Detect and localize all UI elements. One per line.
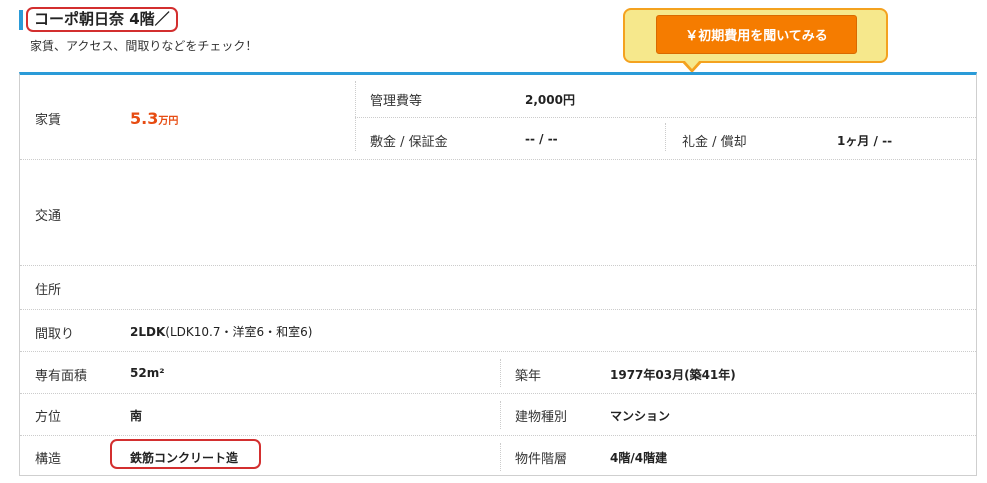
row-separator [20, 435, 976, 436]
floor-value: 4階/4階建 [610, 451, 668, 465]
rent-amount: 5.3 [130, 109, 159, 128]
area-label: 専有面積 [35, 369, 88, 384]
rent-value: 5.3万円 [130, 109, 178, 128]
rent-unit: 万円 [158, 116, 179, 127]
keymoney-divider [665, 123, 666, 151]
building-type-label: 建物種別 [515, 410, 568, 425]
management-fee-value: 2,000円 [525, 93, 575, 107]
page-subtitle: 家賃、アクセス、間取りなどをチェック！ [30, 39, 258, 53]
rent-label: 家賃 [35, 113, 62, 128]
deposit-label: 敷金 / 保証金 [370, 135, 448, 150]
direction-value: 南 [130, 409, 143, 423]
layout-type: 2LDK [130, 325, 166, 339]
row-separator [20, 309, 976, 310]
building-type-value: マンション [610, 409, 671, 423]
area-value: 52m² [130, 366, 165, 380]
row-separator [20, 265, 976, 266]
ask-initial-cost-button[interactable]: ￥初期費用を聞いてみる [656, 15, 857, 54]
row-separator [20, 393, 976, 394]
address-label: 住所 [35, 283, 62, 298]
page-title: コーポ朝日奈 4階／ [26, 7, 178, 32]
column-divider [500, 401, 501, 429]
key-money-label: 礼金 / 償却 [682, 135, 747, 150]
rent-divider [355, 81, 356, 151]
built-year-label: 築年 [515, 369, 542, 384]
row-separator [355, 117, 976, 118]
column-divider [500, 359, 501, 387]
row-separator [20, 351, 976, 352]
deposit-value: -- / -- [525, 132, 558, 146]
title-accent-bar [19, 10, 23, 30]
column-divider [500, 443, 501, 471]
direction-label: 方位 [35, 410, 62, 425]
property-details-table: 家賃 5.3万円 管理費等 2,000円 敷金 / 保証金 -- / -- 礼金… [19, 72, 977, 476]
key-money-value: 1ヶ月 / -- [837, 134, 893, 148]
layout-label: 間取り [35, 327, 75, 342]
row-separator [20, 159, 976, 160]
management-fee-label: 管理費等 [370, 94, 423, 109]
floor-label: 物件階層 [515, 452, 568, 467]
layout-value: 2LDK(LDK10.7・洋室6・和室6) [130, 323, 312, 340]
access-label: 交通 [35, 209, 62, 224]
layout-detail: (LDK10.7・洋室6・和室6) [165, 325, 313, 339]
built-year-value: 1977年03月(築41年) [610, 368, 736, 382]
structure-label: 構造 [35, 452, 62, 467]
structure-highlight [110, 439, 261, 469]
callout-tail-inner [684, 60, 700, 69]
